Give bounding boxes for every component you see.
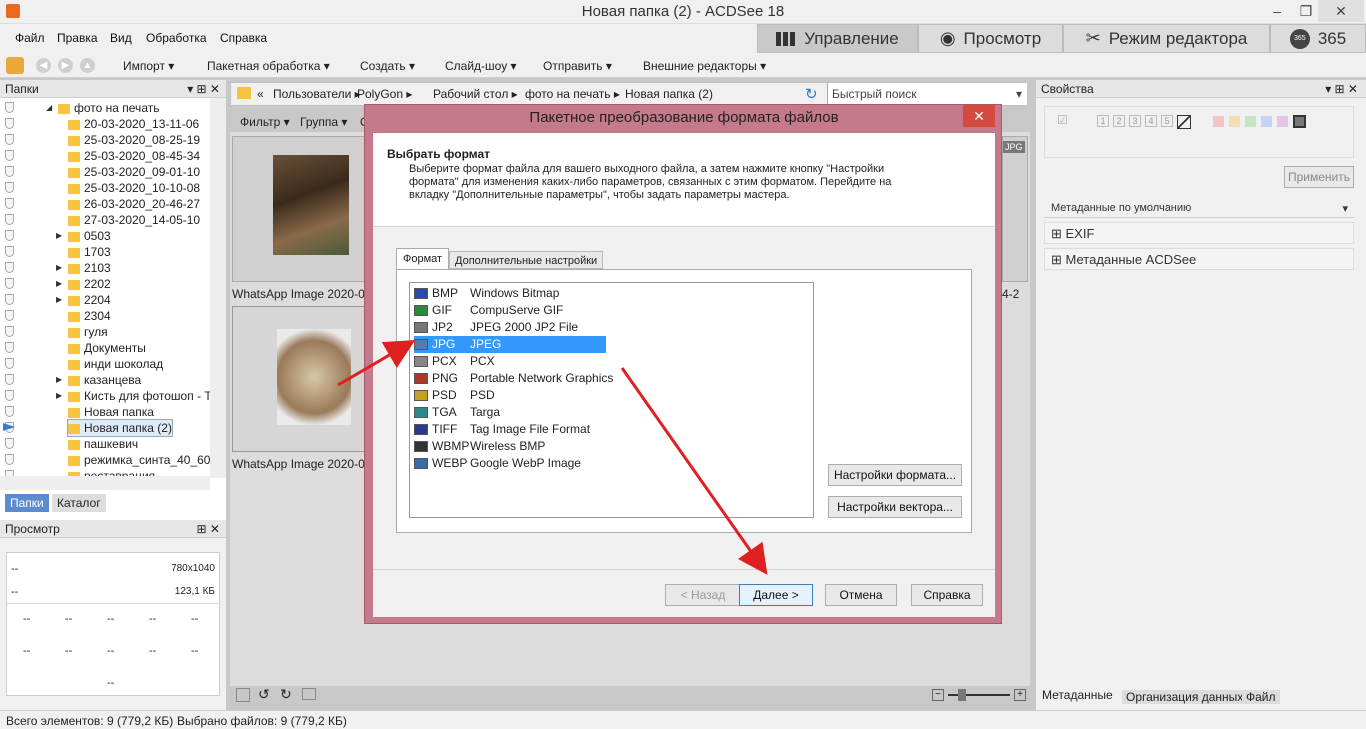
annotation-arrows [337, 339, 768, 575]
arrow-to-jpeg [337, 339, 416, 387]
arrow-to-next [620, 367, 768, 575]
